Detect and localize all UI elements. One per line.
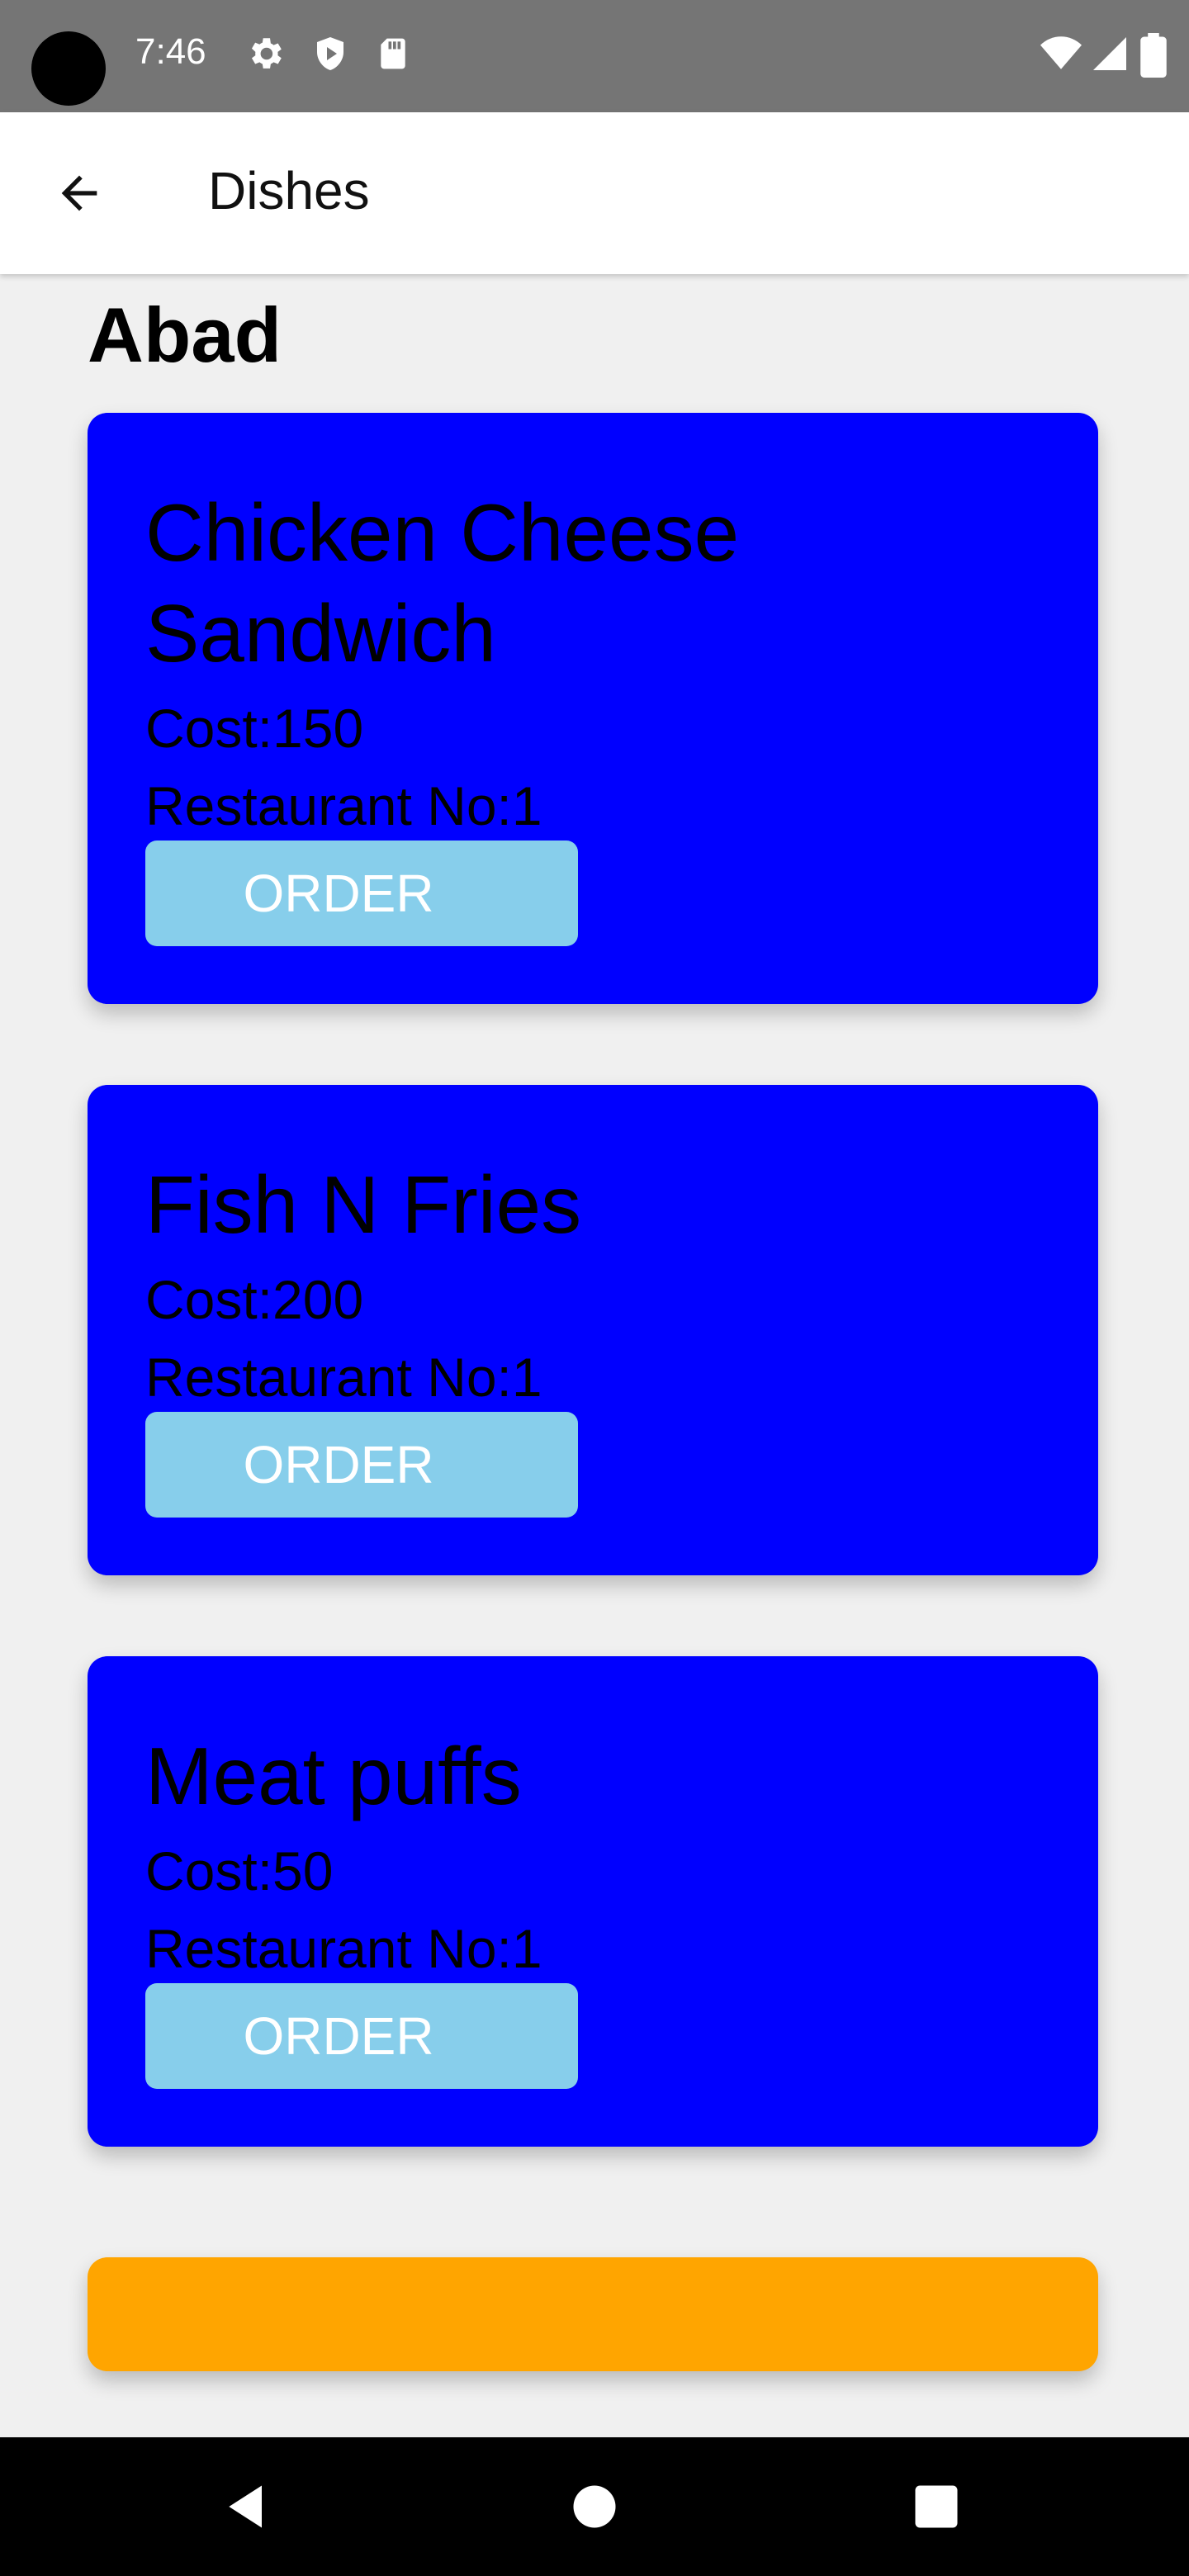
sd-card-icon: [381, 38, 405, 69]
recents-square-icon[interactable]: [908, 2479, 964, 2535]
signal-icon: [1093, 37, 1126, 70]
system-nav-bar: [0, 2437, 1189, 2576]
dish-card: Chicken Cheese Sandwich Cost:150 Restaur…: [88, 413, 1098, 1004]
wifi-icon: [1040, 36, 1082, 69]
dish-cost: Cost:200: [145, 1269, 364, 1330]
dish-card: Fish N Fries Cost:200 Restaurant No:1 OR…: [88, 1085, 1098, 1575]
settings-icon: [251, 38, 282, 69]
dish-name: Meat puffs: [145, 1731, 522, 1821]
battery-icon: [1140, 33, 1167, 78]
dish-name: Fish N Fries: [145, 1159, 582, 1250]
home-circle-icon[interactable]: [566, 2479, 623, 2535]
dish-cost: Cost:150: [145, 698, 364, 759]
dish-card: Meat puffs Cost:50 Restaurant No:1 ORDER: [88, 1656, 1098, 2147]
status-time: 7:46: [135, 31, 206, 72]
dish-name-line2: Sandwich: [145, 588, 496, 679]
arrow-left-icon[interactable]: [53, 167, 106, 220]
app-bar: Dishes: [0, 112, 1189, 274]
dish-name-line1: Chicken Cheese: [145, 487, 740, 578]
dish-restaurant-no: Restaurant No:1: [145, 1918, 542, 1979]
order-button[interactable]: ORDER: [145, 1983, 578, 2089]
dish-restaurant-no: Restaurant No:1: [145, 775, 542, 836]
bottom-action-bar[interactable]: [88, 2257, 1098, 2371]
shield-icon: [317, 37, 343, 70]
dish-name: Chicken Cheese Sandwich: [145, 482, 1054, 684]
restaurant-name: Abad: [88, 291, 282, 378]
page-title: Dishes: [208, 161, 370, 220]
dish-cost: Cost:50: [145, 1840, 334, 1901]
order-button[interactable]: ORDER: [145, 841, 578, 946]
order-button[interactable]: ORDER: [145, 1412, 578, 1518]
dish-restaurant-no: Restaurant No:1: [145, 1347, 542, 1408]
camera-dot: [31, 31, 106, 106]
back-triangle-icon[interactable]: [220, 2479, 276, 2535]
status-bar: 7:46: [0, 0, 1189, 112]
